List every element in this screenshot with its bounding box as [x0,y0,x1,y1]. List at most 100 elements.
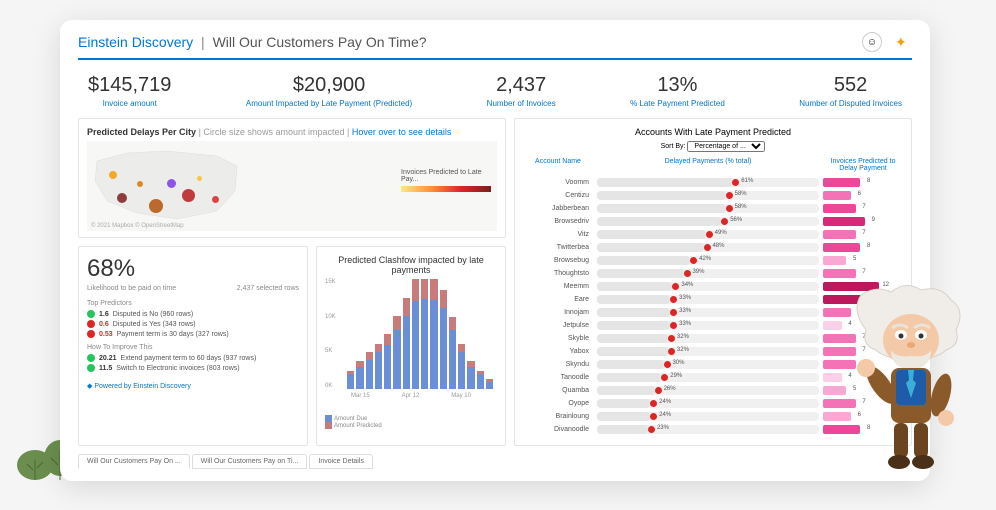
bar-column[interactable] [356,279,363,389]
account-name: Divanoodle [523,426,593,433]
insights-icon[interactable] [892,32,912,52]
kpi-item[interactable]: $20,900Amount Impacted by Late Payment (… [246,74,412,108]
bar-column[interactable] [449,279,456,389]
bar-column[interactable] [366,279,373,389]
status-dot [87,364,95,372]
kpi-row: $145,719Invoice amount $20,900Amount Impa… [78,68,912,118]
improvement-row: 20.21 Extend payment term to 60 days (93… [87,354,299,362]
map-bubble[interactable] [167,179,176,188]
delayed-bar: 32% [597,347,819,356]
invoice-bar: 7 [823,230,856,239]
page-subtitle: Will Our Customers Pay On Time? [213,34,427,50]
bar-column[interactable] [430,279,437,389]
kpi-label: Amount Impacted by Late Payment (Predict… [246,99,412,108]
delayed-bar: 29% [597,373,819,382]
delayed-bar: 56% [597,217,819,226]
bar-column[interactable] [486,279,493,389]
map-bubble[interactable] [137,181,143,187]
map-subtitle: Circle size shows amount impacted [203,127,344,137]
account-row[interactable]: Thoughtsto 39% 7 [523,267,903,280]
delayed-bar: 23% [597,425,819,434]
account-row[interactable]: Browsedriv 56% 9 [523,215,903,228]
account-row[interactable]: Twitterbea 48% 8 [523,241,903,254]
delayed-bar: 33% [597,295,819,304]
bar-column[interactable] [440,279,447,389]
status-dot [87,310,95,318]
page-title: Einstein Discovery | Will Our Customers … [78,34,427,50]
account-row[interactable]: Centizu 58% 6 [523,189,903,202]
selected-rows: 2,437 selected rows [237,285,299,292]
delayed-bar: 33% [597,308,819,317]
map-card: Predicted Delays Per City | Circle size … [78,118,506,238]
bar-column[interactable] [375,279,382,389]
account-name: Centizu [523,192,593,199]
delayed-bar: 33% [597,321,819,330]
kpi-item[interactable]: 552Number of Disputed Invoices [799,74,902,108]
bar-column[interactable] [458,279,465,389]
account-row[interactable]: Browsebug 42% 5 [523,254,903,267]
tab[interactable]: Will Our Customers Pay on Ti... [192,454,308,469]
account-name: Brainloung [523,413,593,420]
bar-column[interactable] [421,279,428,389]
col-account-name[interactable]: Account Name [523,158,593,172]
predictor-row: 0.6 Disputed is Yes (343 rows) [87,320,299,328]
map-bubble[interactable] [197,176,202,181]
kpi-item[interactable]: 13%% Late Payment Predicted [630,74,725,108]
kpi-label: % Late Payment Predicted [630,99,725,108]
map-bubble[interactable] [109,171,117,179]
tab[interactable]: Will Our Customers Pay On ... [78,454,190,469]
bar-column[interactable] [384,279,391,389]
invoice-bar: 6 [823,191,851,200]
col-delayed-payments[interactable]: Delayed Payments (% total) [597,158,819,172]
map-area[interactable]: Invoices Predicted to Late Pay... © 2021… [87,141,497,231]
delayed-bar: 49% [597,230,819,239]
invoice-bar: 5 [823,256,846,265]
tab[interactable]: Invoice Details [309,454,373,469]
account-name: Yabox [523,348,593,355]
sort-select[interactable]: Percentage of ... [687,141,765,152]
bar-column[interactable] [467,279,474,389]
bar-column[interactable] [412,279,419,389]
invoice-bar: 8 [823,243,860,252]
account-row[interactable]: Vitz 49% 7 [523,228,903,241]
predictor-row: 1.6 Disputed is No (960 rows) [87,310,299,318]
bar-column[interactable] [477,279,484,389]
kpi-item[interactable]: $145,719Invoice amount [88,74,171,108]
map-bubble[interactable] [182,189,195,202]
invoice-bar: 7 [823,269,856,278]
account-row[interactable]: Jabberbean 58% 7 [523,202,903,215]
delayed-bar: 58% [597,204,819,213]
map-bubble[interactable] [149,199,163,213]
status-dot [87,354,95,362]
likelihood-pct: 68% [87,255,299,283]
cashflow-chart[interactable]: 15K10K5K0K Mar 15Apr 12May 10 [325,279,497,409]
cashflow-card: Predicted Clashfow impacted by late paym… [316,246,506,446]
map-bubble[interactable] [117,193,127,203]
bar-column[interactable] [347,279,354,389]
account-name: Vitz [523,231,593,238]
cashflow-legend: Amount Due Amount Predicted [325,415,497,429]
kpi-item[interactable]: 2,437Number of Invoices [487,74,556,108]
powered-by-link[interactable]: ◆ Powered by Einstein Discovery [87,382,299,390]
map-bubble[interactable] [212,196,219,203]
account-name: Browsedriv [523,218,593,225]
delayed-bar: 32% [597,334,819,343]
account-row[interactable]: Voomm 61% 8 [523,176,903,189]
top-predictors-label: Top Predictors [87,300,299,307]
col-invoices-predicted[interactable]: Invoices Predicted to Delay Payment [823,158,903,172]
dashboard: Einstein Discovery | Will Our Customers … [60,20,930,481]
bar-column[interactable] [393,279,400,389]
delayed-bar: 58% [597,191,819,200]
bar-column[interactable] [403,279,410,389]
delayed-bar: 26% [597,386,819,395]
likelihood-label: Likelihood to be paid on time [87,285,176,292]
delayed-bar: 24% [597,399,819,408]
account-name: Tanoodle [523,374,593,381]
status-dot [87,330,95,338]
map-hover-link[interactable]: Hover over to see details [352,127,452,137]
tab-bar: Will Our Customers Pay On ...Will Our Cu… [78,454,912,469]
einstein-icon[interactable]: ☺ [862,32,882,52]
app-name-link[interactable]: Einstein Discovery [78,34,193,50]
account-name: Quamba [523,387,593,394]
kpi-label: Number of Disputed Invoices [799,99,902,108]
